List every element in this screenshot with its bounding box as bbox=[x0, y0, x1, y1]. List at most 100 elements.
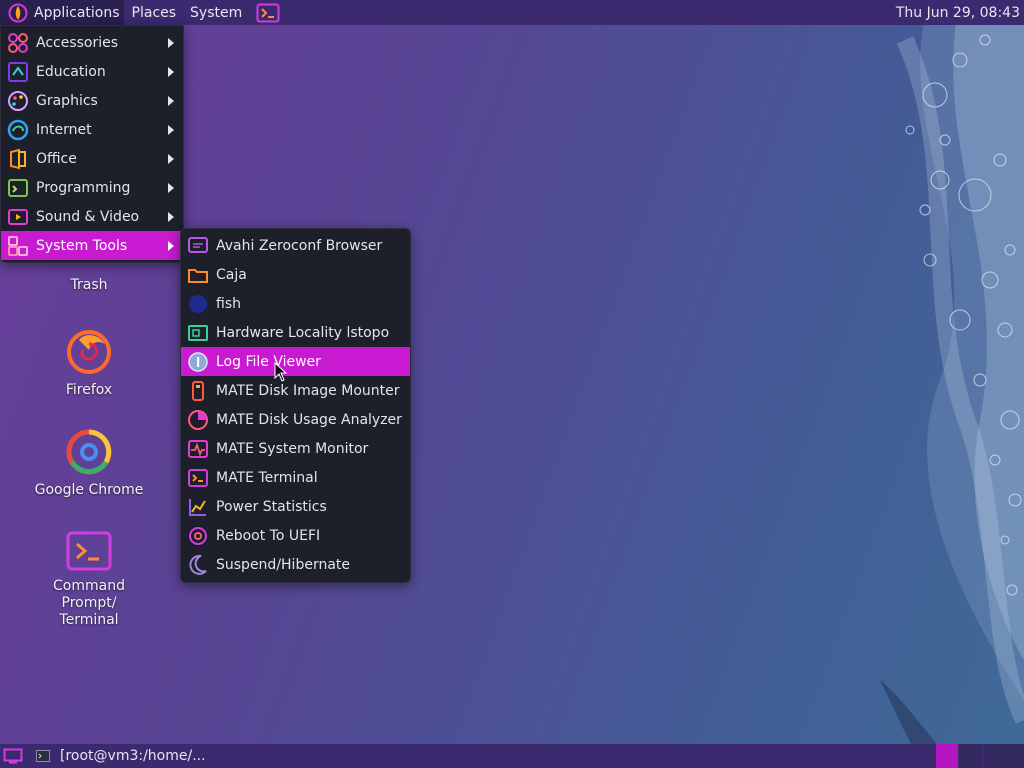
log-viewer-icon bbox=[188, 351, 208, 372]
mouse-pointer-icon bbox=[274, 362, 288, 382]
disk-mounter-icon bbox=[192, 380, 204, 401]
programming-icon bbox=[8, 178, 28, 197]
menu-item-education[interactable]: Education bbox=[1, 57, 183, 86]
menu-item-label: Graphics bbox=[36, 92, 98, 109]
menu-item-programming[interactable]: Programming bbox=[1, 173, 183, 202]
internet-icon bbox=[7, 119, 29, 140]
applications-menu: Accessories Education Graphics Internet … bbox=[0, 25, 184, 263]
menu-item-label: Log File Viewer bbox=[216, 353, 321, 370]
system-monitor-icon bbox=[188, 439, 208, 458]
terminal-launcher-button[interactable] bbox=[252, 0, 284, 25]
sound-video-icon bbox=[8, 208, 28, 225]
terminal-icon bbox=[66, 531, 112, 571]
show-desktop-button[interactable] bbox=[0, 744, 26, 768]
menu-item-label: Internet bbox=[36, 121, 92, 138]
desktop-icon-label: Command Prompt/ Terminal bbox=[53, 578, 125, 628]
disk-usage-icon bbox=[188, 409, 208, 430]
menu-item-power-statistics[interactable]: Power Statistics bbox=[181, 492, 410, 521]
menu-item-label: Hardware Locality lstopo bbox=[216, 324, 390, 341]
menu-item-mate-disk-image-mounter[interactable]: MATE Disk Image Mounter bbox=[181, 376, 410, 405]
workspace-4[interactable] bbox=[1004, 744, 1024, 768]
desktop-icon-label: Google Chrome bbox=[34, 482, 144, 498]
avahi-browser-icon bbox=[188, 236, 208, 253]
submenu-arrow-icon bbox=[168, 125, 174, 135]
power-statistics-icon bbox=[189, 498, 206, 516]
system-tools-icon bbox=[8, 235, 28, 256]
submenu-arrow-icon bbox=[168, 96, 174, 106]
system-menu-button[interactable]: System bbox=[186, 0, 246, 25]
menu-item-system-tools[interactable]: System Tools bbox=[1, 231, 183, 260]
menu-item-internet[interactable]: Internet bbox=[1, 115, 183, 144]
menu-item-graphics[interactable]: Graphics bbox=[1, 86, 183, 115]
submenu-arrow-icon bbox=[168, 241, 174, 251]
submenu-arrow-icon bbox=[168, 38, 174, 48]
menu-item-fish[interactable]: fish bbox=[181, 289, 410, 318]
workspace-1[interactable] bbox=[936, 744, 958, 768]
terminal-icon bbox=[36, 750, 50, 762]
submenu-arrow-icon bbox=[168, 183, 174, 193]
menu-item-mate-terminal[interactable]: MATE Terminal bbox=[181, 463, 410, 492]
menu-item-label: Accessories bbox=[36, 34, 119, 51]
menu-item-label: Sound & Video bbox=[36, 208, 140, 225]
top-panel: Applications Places System Thu Jun 29, 0… bbox=[0, 0, 1024, 25]
fish-icon bbox=[189, 294, 207, 313]
menu-item-label: System Tools bbox=[36, 237, 128, 254]
folder-icon bbox=[188, 268, 208, 283]
workspace-2[interactable] bbox=[960, 744, 982, 768]
graphics-icon bbox=[8, 90, 28, 111]
places-menu-label: Places bbox=[131, 4, 177, 21]
menu-item-office[interactable]: Office bbox=[1, 144, 183, 173]
terminal-icon bbox=[188, 468, 208, 487]
menu-item-label: fish bbox=[216, 295, 241, 312]
menu-item-hardware-locality-lstopo[interactable]: Hardware Locality lstopo bbox=[181, 318, 410, 347]
terminal-launcher-icon bbox=[256, 3, 280, 22]
menu-item-suspend-hibernate[interactable]: Suspend/Hibernate bbox=[181, 550, 410, 579]
menu-item-caja[interactable]: Caja bbox=[181, 260, 410, 289]
submenu-arrow-icon bbox=[168, 67, 174, 77]
firefox-icon bbox=[67, 330, 111, 374]
desktop-icon-label: Trash bbox=[70, 277, 108, 293]
menu-item-label: Avahi Zeroconf Browser bbox=[216, 237, 383, 254]
menu-item-label: Suspend/Hibernate bbox=[216, 556, 351, 573]
menu-item-label: Reboot To UEFI bbox=[216, 527, 321, 544]
menu-item-label: Education bbox=[36, 63, 106, 80]
desktop-icon-firefox[interactable]: Firefox bbox=[30, 328, 148, 399]
menu-item-label: Power Statistics bbox=[216, 498, 327, 515]
menu-item-label: MATE Disk Image Mounter bbox=[216, 382, 400, 399]
accessories-icon bbox=[8, 32, 28, 53]
show-desktop-icon bbox=[3, 748, 23, 764]
desktop-icon-command-prompt[interactable]: Command Prompt/ Terminal bbox=[30, 530, 148, 629]
menu-item-label: MATE Disk Usage Analyzer bbox=[216, 411, 402, 428]
applications-menu-button[interactable]: Applications bbox=[0, 0, 124, 25]
office-icon bbox=[10, 148, 26, 169]
submenu-arrow-icon bbox=[168, 212, 174, 222]
menu-item-avahi-zeroconf-browser[interactable]: Avahi Zeroconf Browser bbox=[181, 231, 410, 260]
menu-item-mate-disk-usage-analyzer[interactable]: MATE Disk Usage Analyzer bbox=[181, 405, 410, 434]
system-menu-label: System bbox=[190, 4, 243, 21]
system-tools-submenu: Avahi Zeroconf Browser Caja fish Hardwar… bbox=[180, 228, 411, 583]
education-icon bbox=[8, 61, 28, 82]
menu-item-sound-video[interactable]: Sound & Video bbox=[1, 202, 183, 231]
workspace-3[interactable] bbox=[984, 744, 1006, 768]
desktop-icon-label: Firefox bbox=[65, 382, 113, 398]
menu-item-label: MATE System Monitor bbox=[216, 440, 369, 457]
hardware-locality-icon bbox=[188, 324, 208, 341]
menu-item-label: Programming bbox=[36, 179, 131, 196]
desktop-icon-google-chrome[interactable]: Google Chrome bbox=[30, 428, 148, 499]
taskbar-button-label: [root@vm3:/home/... bbox=[60, 748, 206, 764]
menu-item-accessories[interactable]: Accessories bbox=[1, 28, 183, 57]
menu-item-reboot-to-uefi[interactable]: Reboot To UEFI bbox=[181, 521, 410, 550]
clock[interactable]: Thu Jun 29, 08:43 bbox=[896, 0, 1020, 25]
places-menu-button[interactable]: Places bbox=[128, 0, 181, 25]
mate-menu-icon bbox=[8, 3, 28, 22]
bottom-panel: [root@vm3:/home/... bbox=[0, 744, 1024, 768]
menu-item-label: Caja bbox=[216, 266, 247, 283]
applications-menu-label: Applications bbox=[34, 4, 120, 21]
menu-item-log-file-viewer[interactable]: Log File Viewer bbox=[181, 347, 410, 376]
taskbar-button-terminal[interactable]: [root@vm3:/home/... bbox=[30, 744, 212, 768]
moon-icon bbox=[189, 554, 207, 575]
menu-item-mate-system-monitor[interactable]: MATE System Monitor bbox=[181, 434, 410, 463]
menu-item-label: Office bbox=[36, 150, 77, 167]
submenu-arrow-icon bbox=[168, 154, 174, 164]
reboot-icon bbox=[189, 526, 207, 545]
